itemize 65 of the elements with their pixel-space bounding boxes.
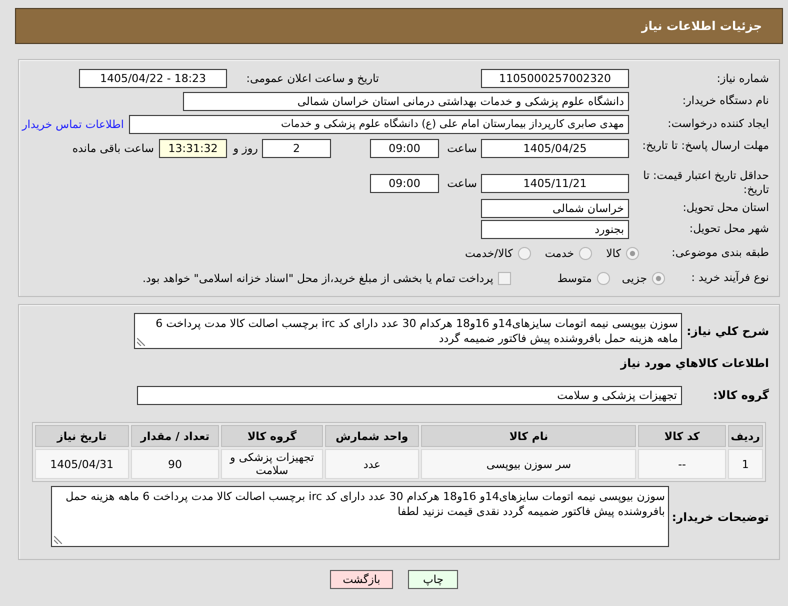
validity-time-field: 09:00: [370, 174, 439, 192]
field-label: شماره نیاز:: [716, 72, 769, 86]
field-label: توضیحات خریدار:: [672, 510, 769, 524]
field-label: استان محل تحویل:: [682, 201, 769, 215]
announce-date-field: 1405/04/22 - 18:23: [79, 69, 227, 88]
buyer-org-field: دانشگاه علوم پزشکی و خدمات بهداشتی درمانی استان خراسان شمالی: [183, 92, 629, 110]
table-cell: 90: [130, 449, 220, 479]
column-header: واحد شمارش: [324, 425, 420, 447]
city-field: بجنورد: [481, 220, 629, 238]
need-number-field: 1105000257002320: [481, 69, 629, 88]
time-label: ساعت: [446, 176, 478, 192]
field-label: شهر محل تحویل:: [689, 222, 769, 236]
validity-date-field: 1405/11/21: [481, 174, 629, 192]
radio-button-icon[interactable]: [579, 246, 592, 260]
option-label: جزیی: [622, 272, 647, 284]
days-label: روز و: [232, 141, 259, 157]
buyer-notes-field[interactable]: سوزن بیوپسی نیمه اتومات سایزهای14و 16و18 هرکدام 30 عدد دارای کد irc برچسب اصالت کالا مدت پرداخت 6 ماهه هزینه حمل بافروشنده پیش فاکتور ضمیمه گردد نقدی قیمت نزنید لطفا: [51, 486, 669, 547]
option-label: پرداخت تمام یا بخشی از مبلغ خرید،از محل "اسناد خزانه اسلامی" خواهد بود.: [142, 272, 494, 284]
goods-group-field: تجهیزات پزشکی و سلامت: [137, 386, 682, 404]
radio-button-icon[interactable]: [518, 246, 531, 260]
province-field: خراسان شمالی: [481, 198, 629, 218]
table-cell: 1: [728, 449, 763, 479]
field-label: حداقل تاریخ اعتبار قیمت: تا تاریخ:: [642, 169, 769, 197]
deadline-date-field: 1405/04/25: [481, 139, 629, 158]
print-button[interactable]: چاپ: [408, 570, 458, 589]
resize-grip-icon[interactable]: [137, 338, 145, 346]
field-label: تاریخ و ساعت اعلان عمومی:: [245, 71, 379, 87]
table-cell: تجهیزات پزشکی و سلامت: [221, 449, 323, 479]
buyer-contact-link[interactable]: اطلاعات تماس خریدار: [22, 118, 124, 130]
checkbox-icon[interactable]: [498, 272, 512, 284]
option-label: کالا: [606, 246, 621, 260]
radio-button-icon[interactable]: [596, 272, 610, 284]
section-title: اطلاعات کالاهاي مورد نياز: [620, 356, 769, 370]
description-field[interactable]: سوزن بیوپسی نیمه اتومات سایزهای14و 16و18 هرکدام 30 عدد دارای کد irc برچسب اصالت کالا مدت پرداخت 6 ماهه هزینه حمل بافروشنده پیش فاکتور ضمیمه گردد: [134, 313, 682, 349]
radio-button-icon[interactable]: [626, 246, 639, 260]
field-label: گروه کالا:: [713, 388, 769, 402]
field-label: مهلت ارسال پاسخ: تا تاریخ:: [642, 139, 769, 153]
days-field: 2: [262, 139, 331, 158]
column-header: گروه کالا: [221, 425, 323, 447]
deadline-time-field: 09:00: [370, 139, 439, 158]
table-cell: سر سوزن بیوپسی: [421, 449, 636, 479]
field-label: ایجاد کننده درخواست:: [668, 117, 769, 131]
field-label: طبقه بندی موضوعی:: [672, 246, 769, 260]
table-cell: 1405/04/31: [35, 449, 129, 479]
time-label: ساعت: [446, 141, 478, 157]
back-button[interactable]: بازگشت: [330, 570, 394, 589]
field-label: شرح کلي نیاز:: [686, 324, 769, 338]
field-label: نوع فرآیند خرید :: [691, 271, 769, 285]
table-cell: --: [638, 449, 726, 479]
column-header: تاریخ نیاز: [35, 425, 129, 447]
resize-grip-icon[interactable]: [54, 536, 62, 544]
table-cell: عدد: [324, 449, 420, 479]
option-label: کالا/خدمت: [465, 246, 513, 260]
page-title: جزئیات اطلاعات نیاز: [641, 19, 762, 33]
column-header: ردیف: [728, 425, 763, 447]
option-label: متوسط: [557, 272, 592, 284]
column-header: کد کالا: [638, 425, 726, 447]
option-label: خدمت: [544, 246, 574, 260]
requester-field: مهدی صابری کارپرداز بیمارستان امام علی (ع) دانشگاه علوم پزشکی و خدمات: [129, 114, 629, 134]
column-header: تعداد / مقدار: [130, 425, 220, 447]
remaining-time-field: 13:31:32: [159, 139, 227, 158]
field-label: نام دستگاه خریدار:: [682, 94, 769, 108]
radio-button-icon[interactable]: [652, 272, 665, 284]
column-header: نام کالا: [421, 425, 636, 447]
remaining-label: ساعت باقی مانده: [72, 141, 154, 157]
